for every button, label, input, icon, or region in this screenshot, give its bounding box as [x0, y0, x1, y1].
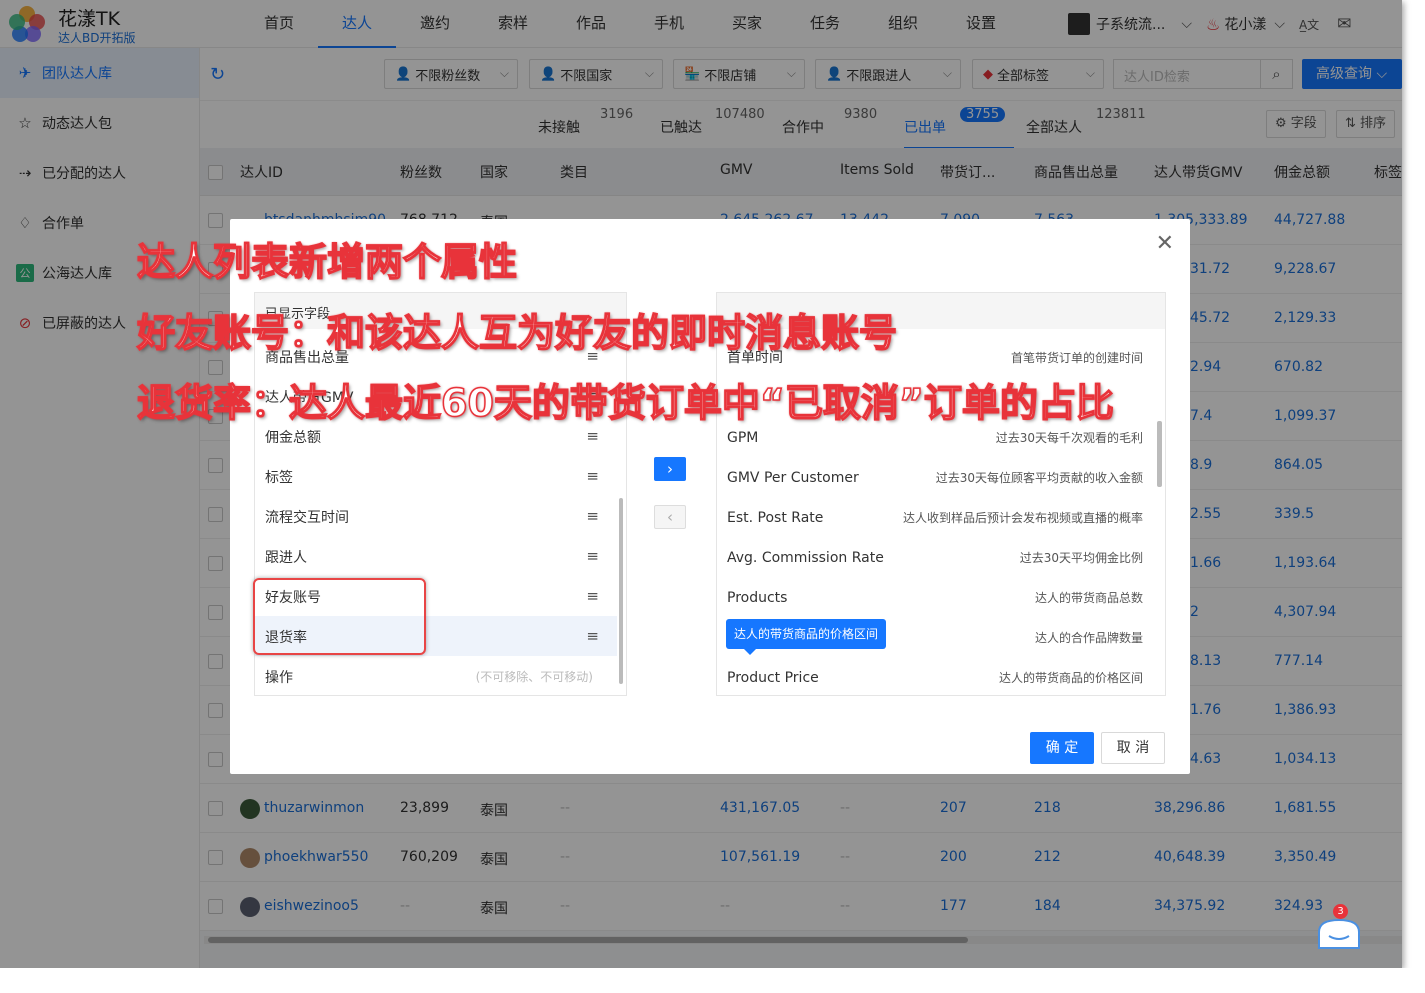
drag-handle-icon[interactable]: ≡ [586, 467, 599, 485]
field-item-est-post-rate[interactable]: Est. Post Rate 达人收到样品后预计会发布视频或直播的概率 [717, 496, 1155, 536]
app-window: 花漾TK 达人BD开拓版 首页 达人 邀约 索样 作品 手机 买家 任务 组织 … [0, 0, 1402, 968]
field-item-products[interactable]: Products 达人的带货商品总数 [717, 576, 1155, 616]
chat-badge: 3 [1333, 904, 1348, 919]
drag-handle-icon[interactable]: ≡ [586, 587, 599, 605]
field-item-follower[interactable]: 跟进人 ≡ [255, 536, 617, 576]
field-item-flow-time[interactable]: 流程交互时间 ≡ [255, 496, 617, 536]
annotation-friend-account: 好友账号：和该达人互为好友的即时消息账号 [136, 310, 898, 356]
close-icon[interactable]: ✕ [1156, 231, 1174, 256]
field-item-product-price[interactable]: Product Price 达人的带货商品的价格区间 [717, 656, 1155, 696]
move-right-button[interactable]: › [654, 457, 686, 481]
field-item-tags[interactable]: 标签 ≡ [255, 456, 617, 496]
annotation-title: 达人列表新增两个属性 [136, 239, 518, 285]
scrollbar-thumb[interactable] [1157, 421, 1162, 487]
confirm-button[interactable]: 确 定 [1030, 732, 1094, 764]
fixed-field-note: (不可移除、不可移动) [475, 670, 593, 684]
field-tooltip: 达人的带货商品的价格区间 [726, 619, 886, 655]
cancel-button[interactable]: 取 消 [1101, 732, 1165, 764]
field-item-gmv-per-customer[interactable]: GMV Per Customer 过去30天每位顾客平均贡献的收入金额 [717, 456, 1155, 496]
annotation-return-rate: 退货率：达人最近60天的带货订单中“已取消”订单的占比 [136, 380, 1114, 426]
scrollbar-thumb[interactable] [619, 498, 623, 684]
page-bottom-edge [0, 968, 1425, 993]
drag-handle-icon[interactable]: ≡ [586, 627, 599, 645]
field-item-avg-commission-rate[interactable]: Avg. Commission Rate 过去30天平均佣金比例 [717, 536, 1155, 576]
highlight-box [253, 578, 426, 655]
drag-handle-icon[interactable]: ≡ [586, 427, 599, 445]
drag-handle-icon[interactable]: ≡ [586, 507, 599, 525]
move-left-button[interactable]: ‹ [654, 505, 686, 529]
field-item-actions: 操作 (不可移除、不可移动) [265, 670, 593, 686]
drag-handle-icon[interactable]: ≡ [586, 547, 599, 565]
